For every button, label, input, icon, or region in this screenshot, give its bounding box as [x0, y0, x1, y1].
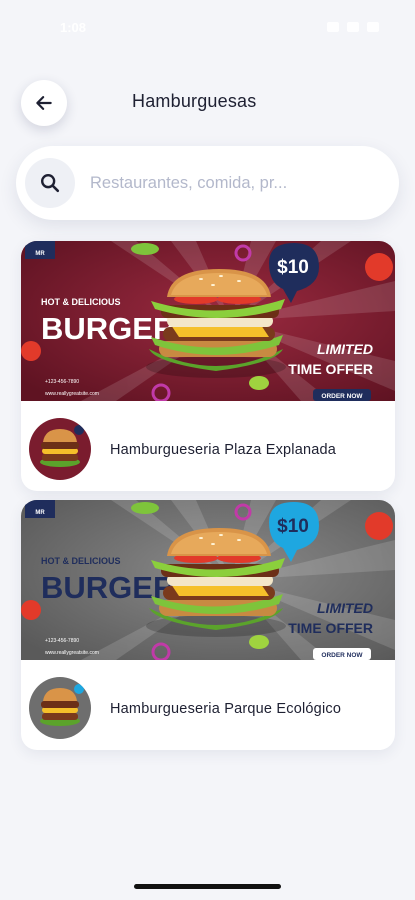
restaurant-banner: MR HOT & DELICIOUS BURGER +123-456-7890 …	[21, 241, 395, 401]
cucumber-icon	[249, 635, 269, 649]
banner-phone: +123-456-7890	[45, 638, 79, 644]
search-icon	[41, 174, 60, 193]
banner-tagline: HOT & DELICIOUS	[41, 297, 121, 307]
banner-offer-line1: LIMITED	[317, 600, 373, 616]
home-indicator[interactable]	[134, 884, 281, 889]
banner-website: www.reallygreatsite.com	[45, 650, 99, 656]
page-title: Hamburguesas	[132, 91, 257, 111]
restaurant-avatar	[29, 677, 91, 739]
signal-icon	[347, 22, 359, 32]
tomato-icon	[21, 341, 41, 361]
search-input[interactable]	[90, 166, 380, 200]
back-button[interactable]	[21, 80, 67, 126]
banner-price: $10	[277, 257, 309, 278]
restaurant-card[interactable]: MR HOT & DELICIOUS BURGER +123-456-7890 …	[21, 241, 395, 491]
banner-price: $10	[277, 516, 309, 537]
arrow-left-icon	[36, 96, 52, 110]
tomato-icon	[365, 512, 393, 540]
banner-tagline: HOT & DELICIOUS	[41, 556, 121, 566]
banner-brand: MR	[35, 251, 45, 257]
banner-brand: MR	[35, 510, 45, 516]
restaurant-banner: MR HOT & DELICIOUS BURGER +123-456-7890 …	[21, 500, 395, 660]
garnish-icon	[131, 502, 159, 514]
tomato-icon	[21, 600, 41, 620]
banner-phone: +123-456-7890	[45, 379, 79, 385]
restaurant-name: Hamburgueseria Parque Ecológico	[110, 701, 342, 717]
search-icon-button[interactable]	[25, 158, 75, 208]
banner-offer-line2: TIME OFFER	[288, 620, 373, 636]
banner-offer-line1: LIMITED	[317, 341, 373, 357]
banner-offer-line2: TIME OFFER	[288, 361, 373, 377]
banner-website: www.reallygreatsite.com	[45, 391, 99, 397]
restaurant-avatar	[29, 418, 91, 480]
status-icons	[327, 22, 379, 32]
search-bar[interactable]	[16, 146, 399, 220]
garnish-icon	[131, 243, 159, 255]
restaurant-name: Hamburgueseria Plaza Explanada	[110, 442, 337, 458]
card-footer: Hamburgueseria Parque Ecológico	[21, 660, 395, 750]
header: Hamburguesas	[0, 70, 415, 134]
status-bar: 1:08	[0, 0, 415, 56]
card-footer: Hamburgueseria Plaza Explanada	[21, 401, 395, 491]
wifi-icon	[327, 22, 339, 32]
tomato-icon	[365, 253, 393, 281]
cucumber-icon	[249, 376, 269, 390]
restaurant-card[interactable]: MR HOT & DELICIOUS BURGER +123-456-7890 …	[21, 500, 395, 750]
banner-cta: ORDER NOW	[321, 393, 363, 400]
battery-icon	[367, 22, 379, 32]
status-time: 1:08	[60, 20, 87, 35]
banner-cta: ORDER NOW	[321, 652, 363, 659]
